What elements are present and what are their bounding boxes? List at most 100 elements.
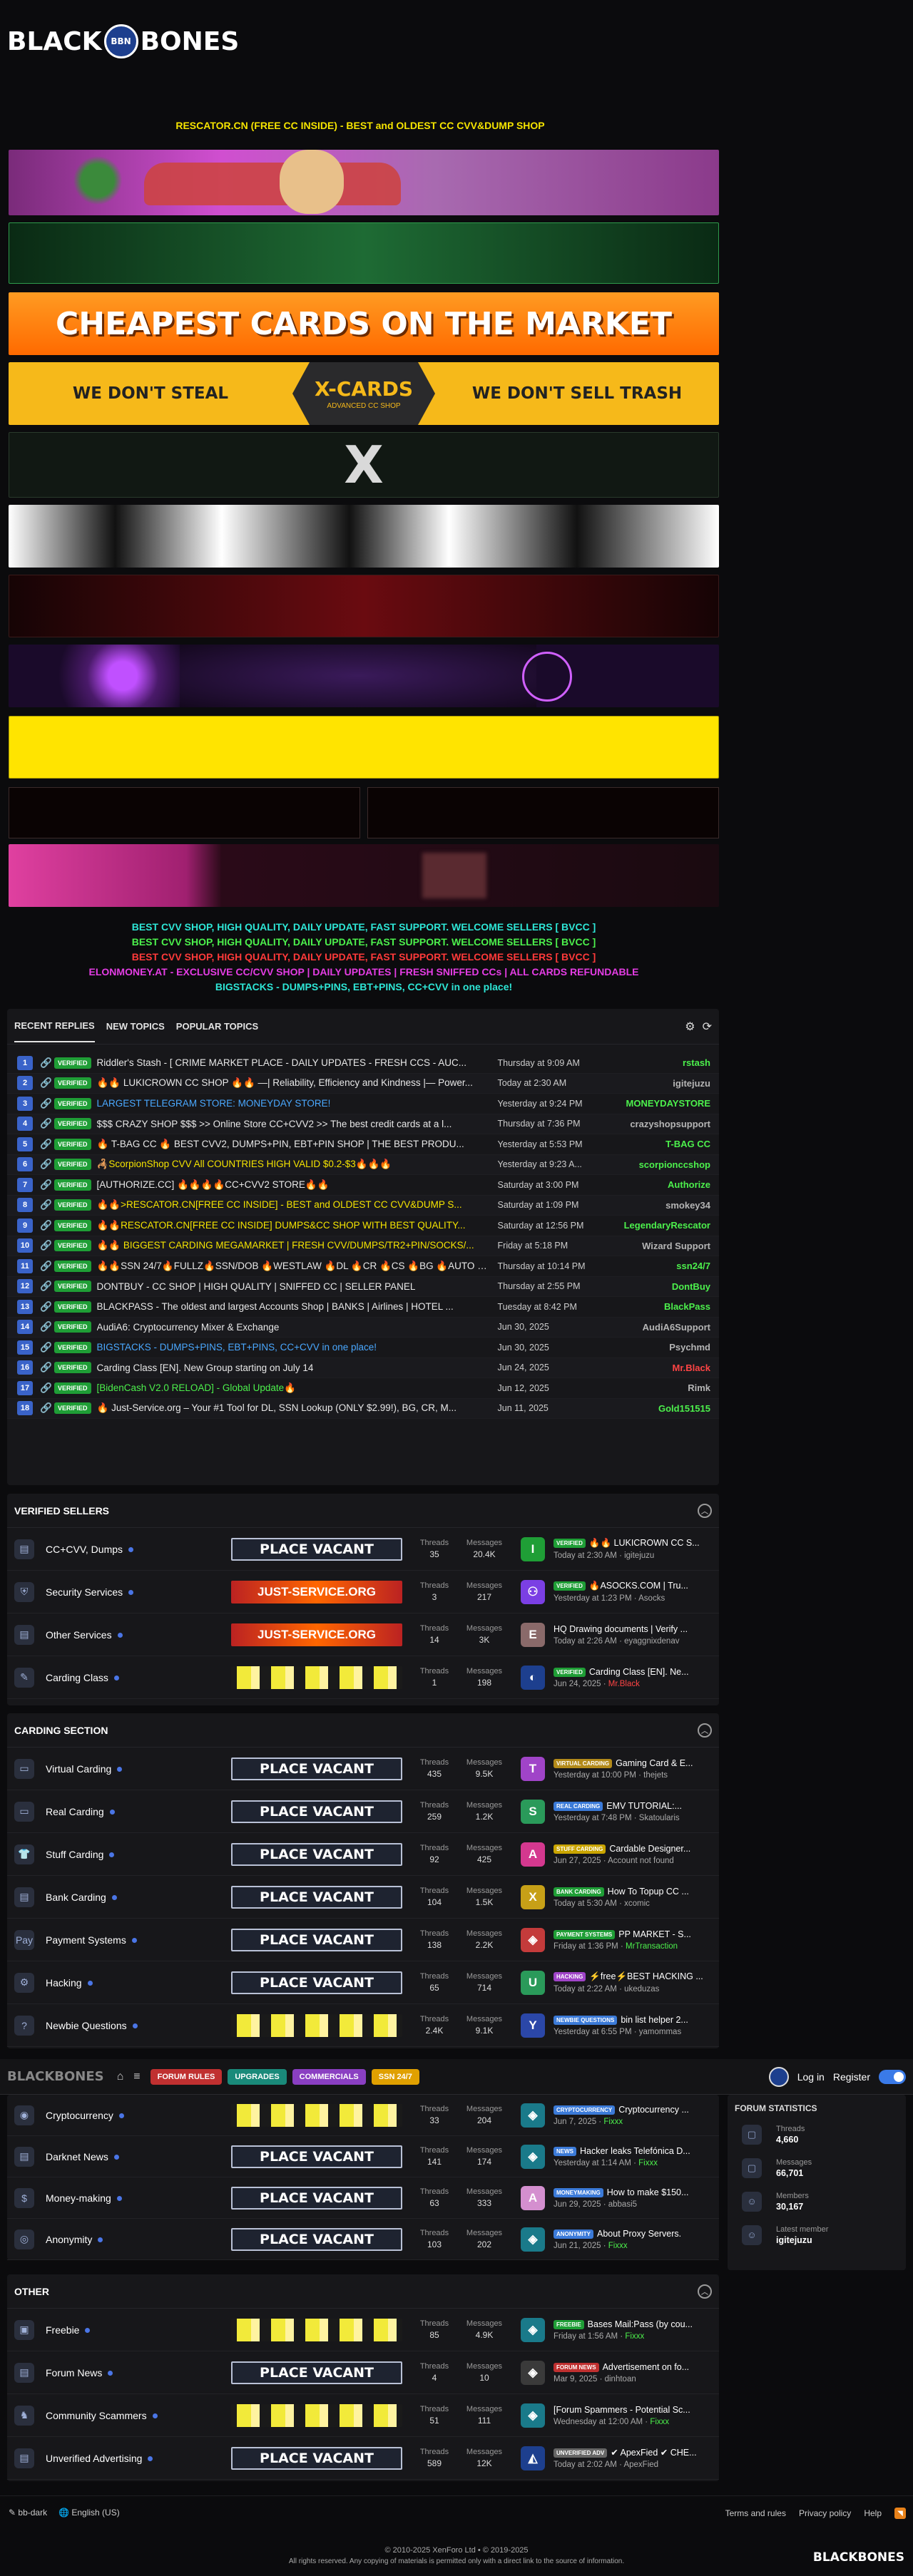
forum-name-link[interactable]: Cryptocurrency bbox=[46, 2110, 188, 2121]
thread-title-link[interactable]: [AUTHORIZE.CC] 🔥🔥🔥🔥CC+CVV2 STORE🔥🔥 bbox=[97, 1179, 489, 1191]
thread-title-link[interactable]: LARGEST TELEGRAM STORE: MONEYDAY STORE! bbox=[97, 1098, 489, 1109]
thread-title-link[interactable]: 🔥🔥RESCATOR.CN[FREE CC INSIDE] DUMPS&CC S… bbox=[97, 1220, 489, 1231]
last-thread-link[interactable]: HQ Drawing documents | Verify ... bbox=[554, 1624, 688, 1634]
last-poster-link[interactable]: thejets bbox=[643, 1771, 668, 1780]
forum-ad-banner[interactable]: PLACE VACANT bbox=[231, 1971, 402, 1994]
reply-user-link[interactable]: LegendaryRescator bbox=[624, 1220, 710, 1231]
forum-name-link[interactable]: Bank Carding bbox=[46, 1892, 188, 1903]
promo-banner-green[interactable] bbox=[9, 222, 719, 284]
last-thread-link[interactable]: Advertisement on fo... bbox=[603, 2362, 690, 2372]
reply-user-link[interactable]: Rimk bbox=[688, 1382, 710, 1393]
last-poster-avatar[interactable]: ◈ bbox=[521, 1927, 545, 1952]
forum-name-link[interactable]: Stuff Carding bbox=[46, 1849, 188, 1860]
forum-name-link[interactable]: Newbie Questions bbox=[46, 2020, 188, 2031]
terms-link[interactable]: Terms and rules bbox=[725, 2508, 786, 2518]
last-thread-link[interactable]: Gaming Card & E... bbox=[616, 1758, 693, 1768]
home-icon[interactable]: ⌂ bbox=[117, 2070, 124, 2083]
last-thread-link[interactable]: Cryptocurrency ... bbox=[618, 2105, 689, 2115]
thread-title-link[interactable]: $$$ CRAZY SHOP $$$ >> Online Store CC+CV… bbox=[97, 1119, 489, 1129]
forum-name-link[interactable]: Hacking bbox=[46, 1977, 188, 1989]
last-poster-avatar[interactable]: ◈ bbox=[521, 2403, 545, 2428]
thread-title-link[interactable]: 🔥 T-BAG CC 🔥 BEST CVV2, DUMPS+PIN, EBT+P… bbox=[97, 1139, 489, 1150]
thread-title-link[interactable]: 🦂ScorpionShop CVV All COUNTRIES HIGH VAL… bbox=[97, 1159, 489, 1170]
last-poster-avatar[interactable]: ◭ bbox=[521, 2446, 545, 2470]
forum-ad-banner[interactable]: PLACE VACANT bbox=[231, 1842, 402, 1866]
last-thread-link[interactable]: How To Topup CC ... bbox=[608, 1887, 689, 1897]
forum-ad-banner[interactable] bbox=[231, 1666, 402, 1689]
recent-reply-row[interactable]: 13 🔗 VERIFIED BLACKPASS - The oldest and la… bbox=[7, 1297, 719, 1318]
recent-reply-row[interactable]: 6 🔗 VERIFIED 🦂ScorpionShop CVV All COUNTRIE… bbox=[7, 1154, 719, 1175]
forum-name-link[interactable]: Other Services bbox=[46, 1629, 188, 1641]
forum-name-link[interactable]: Security Services bbox=[46, 1586, 188, 1598]
last-thread-link[interactable]: bin list helper 2... bbox=[621, 2015, 688, 2025]
last-poster-avatar[interactable]: ◈ bbox=[521, 2103, 545, 2128]
forum-ad-banner[interactable] bbox=[231, 2403, 402, 2427]
last-poster-avatar[interactable]: X bbox=[521, 1884, 545, 1909]
promo-banner-car[interactable] bbox=[9, 150, 719, 215]
theme-toggle[interactable] bbox=[879, 2069, 906, 2084]
reply-user-link[interactable]: MONEYDAYSTORE bbox=[626, 1098, 710, 1109]
forum-row[interactable]: 👕 Stuff Carding PLACE VACANT Threads 92 Messa… bbox=[7, 1833, 719, 1876]
last-poster-avatar[interactable]: ◐ bbox=[521, 1665, 545, 1690]
thread-title-link[interactable]: 🔥🔥>RESCATOR.CN[FREE CC INSIDE] - BEST an… bbox=[97, 1199, 489, 1211]
forum-row[interactable]: ▤ Darknet News PLACE VACANT Threads 141 Messa… bbox=[7, 2136, 719, 2177]
thread-title-link[interactable]: BIGSTACKS - DUMPS+PINS, EBT+PINS, CC+CVV… bbox=[97, 1342, 489, 1353]
thread-title-link[interactable]: DONTBUY - CC SHOP | HIGH QUALITY | SNIFF… bbox=[97, 1281, 489, 1292]
thread-title-link[interactable]: 🔥🔥 BIGGEST CARDING MEGAMARKET | FRESH CV… bbox=[97, 1240, 489, 1251]
forum-row[interactable]: ▤ Bank Carding PLACE VACANT Threads 104 Messa… bbox=[7, 1876, 719, 1919]
footer-logo[interactable]: BLACKBONES bbox=[813, 2550, 904, 2565]
last-poster-link[interactable]: Account not found bbox=[608, 1857, 674, 1865]
forum-name-link[interactable]: Freebie bbox=[46, 2324, 188, 2336]
promo-banner-wave[interactable] bbox=[9, 505, 719, 568]
last-thread-link[interactable]: Cardable Designer... bbox=[609, 1844, 690, 1854]
help-link[interactable]: Help bbox=[864, 2508, 882, 2518]
recent-reply-row[interactable]: 9 🔗 VERIFIED 🔥🔥RESCATOR.CN[FREE CC INSIDE] … bbox=[7, 1216, 719, 1236]
last-poster-avatar[interactable]: A bbox=[521, 1842, 545, 1867]
forum-row[interactable]: ▭ Virtual Carding PLACE VACANT Threads 435 Me… bbox=[7, 1748, 719, 1790]
collapse-toggle-icon[interactable]: ︿ bbox=[698, 2284, 712, 2299]
promo-banner-yellow[interactable] bbox=[9, 716, 719, 779]
last-poster-link[interactable]: Fixxx bbox=[625, 2332, 644, 2341]
recent-reply-row[interactable]: 15 🔗 VERIFIED BIGSTACKS - DUMPS+PINS, EBT+P… bbox=[7, 1338, 719, 1358]
recent-reply-row[interactable]: 18 🔗 VERIFIED 🔥 Just-Service.org – Your #1 … bbox=[7, 1398, 719, 1419]
forum-ad-banner[interactable]: PLACE VACANT bbox=[231, 1928, 402, 1951]
thread-title-link[interactable]: Riddler's Stash - [ CRIME MARKET PLACE -… bbox=[97, 1057, 489, 1068]
forum-row[interactable]: ? Newbie Questions Threads 2.4K Messages 9.1K… bbox=[7, 2004, 719, 2047]
promo-banner-red[interactable] bbox=[9, 575, 719, 637]
forum-name-link[interactable]: Darknet News bbox=[46, 2151, 188, 2162]
last-thread-link[interactable]: Carding Class [EN]. Ne... bbox=[589, 1667, 689, 1677]
text-ad-link[interactable]: BEST CVV SHOP, HIGH QUALITY, DAILY UPDAT… bbox=[0, 950, 728, 965]
forum-ad-banner[interactable]: PLACE VACANT bbox=[231, 2186, 402, 2210]
forum-row[interactable]: ▤ CC+CVV, Dumps PLACE VACANT Threads 35 Messa… bbox=[7, 1528, 719, 1571]
forum-row[interactable]: ▤ Forum News PLACE VACANT Threads 4 Messages 1… bbox=[7, 2351, 719, 2394]
last-thread-link[interactable]: EMV TUTORIAL:... bbox=[606, 1801, 682, 1811]
thread-title-link[interactable]: 🔥🔥SSN 24/7🔥FULLZ🔥SSN/DOB 🔥WESTLAW 🔥DL 🔥C… bbox=[97, 1261, 489, 1272]
mini-logo[interactable]: BLACKBONES bbox=[7, 2069, 104, 2084]
last-poster-link[interactable]: Fixxx bbox=[638, 2159, 658, 2167]
last-thread-link[interactable]: About Proxy Servers. bbox=[597, 2229, 681, 2239]
last-poster-avatar[interactable]: T bbox=[521, 1756, 545, 1781]
thread-title-link[interactable]: 🔥 Just-Service.org – Your #1 Tool for DL… bbox=[97, 1402, 489, 1414]
text-ad-link[interactable]: BEST CVV SHOP, HIGH QUALITY, DAILY UPDAT… bbox=[0, 920, 728, 935]
forum-row[interactable]: ◎ Anonymity PLACE VACANT Threads 103 Messages… bbox=[7, 2219, 719, 2260]
language-chooser[interactable]: 🌐 English (US) bbox=[58, 2508, 120, 2518]
thread-title-link[interactable]: 🔥🔥 LUKICROWN CC SHOP 🔥🔥 —| Reliability, … bbox=[97, 1077, 489, 1089]
collapse-toggle-icon[interactable]: ︿ bbox=[698, 1723, 712, 1738]
forum-row[interactable]: ▭ Real Carding PLACE VACANT Threads 259 Messa… bbox=[7, 1790, 719, 1833]
recent-reply-row[interactable]: 1 🔗 VERIFIED Riddler's Stash - [ CRIME MARK… bbox=[7, 1053, 719, 1074]
last-thread-link[interactable]: 🔥🔥 LUKICROWN CC S... bbox=[589, 1538, 700, 1548]
forum-name-link[interactable]: Community Scammers bbox=[46, 2410, 188, 2421]
forum-row[interactable]: ⚙ Hacking PLACE VACANT Threads 65 Messages 714… bbox=[7, 1961, 719, 2004]
promo-banner-pink[interactable] bbox=[9, 844, 719, 907]
recent-reply-row[interactable]: 12 🔗 VERIFIED DONTBUY - CC SHOP | HIGH QUAL… bbox=[7, 1276, 719, 1297]
forum-row[interactable]: ♞ Community Scammers Threads 51 Messages 111 ◈… bbox=[7, 2394, 719, 2437]
last-poster-avatar[interactable]: ⚇ bbox=[521, 1579, 545, 1604]
last-poster-link[interactable]: igitejuzu bbox=[624, 1551, 654, 1560]
thread-title-link[interactable]: AudiA6: Cryptocurrency Mixer & Exchange bbox=[97, 1322, 489, 1333]
reply-user-link[interactable]: smokey34 bbox=[665, 1200, 710, 1211]
nav-pill-link[interactable]: FORUM RULES bbox=[150, 2068, 223, 2085]
last-poster-avatar[interactable]: ◈ bbox=[521, 2227, 545, 2252]
last-poster-avatar[interactable]: U bbox=[521, 1970, 545, 1995]
forum-name-link[interactable]: Carding Class bbox=[46, 1672, 188, 1683]
style-chooser[interactable]: ✎ bb-dark bbox=[9, 2508, 47, 2518]
